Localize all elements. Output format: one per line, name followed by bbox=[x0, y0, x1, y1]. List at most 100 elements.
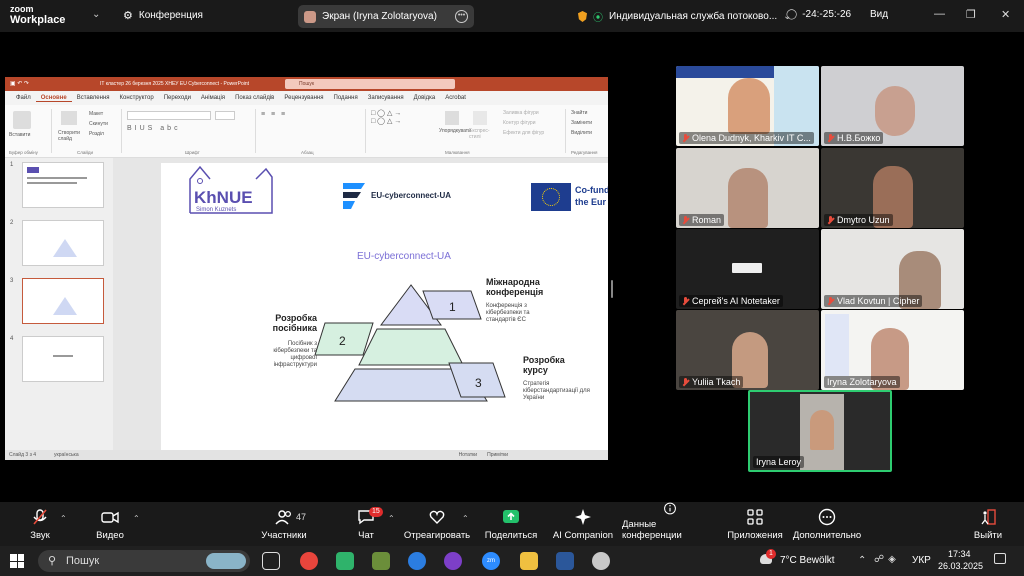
current-slide[interactable]: KhNUE Simon Kuznets EU-cyberconnect-UA C… bbox=[161, 163, 608, 450]
tab-review[interactable]: Рецензування bbox=[279, 95, 328, 101]
audio-button[interactable]: Звук bbox=[24, 502, 56, 546]
section-button[interactable]: Розділ bbox=[89, 131, 104, 137]
paste-button[interactable]: Вставити bbox=[9, 132, 30, 138]
video-tile[interactable]: Vlad Kovtun | Cipher bbox=[821, 229, 964, 309]
shapes-gallery[interactable]: □ ◯ △ → □ ◯ △ → bbox=[371, 110, 401, 126]
video-tile[interactable]: Yuliia Tkach bbox=[676, 310, 819, 390]
clock-date[interactable]: 26.03.2025 bbox=[938, 561, 983, 571]
livestream-indicator[interactable]: ⦿ Индивидуальная служба потоково... ⌄ bbox=[578, 9, 792, 24]
find-button[interactable]: Знайти bbox=[571, 110, 587, 116]
video-tile[interactable]: Сергей's AI Notetaker bbox=[676, 229, 819, 309]
slide-thumbnail-4[interactable] bbox=[22, 336, 104, 382]
maximize-icon[interactable]: ❐ bbox=[966, 8, 976, 21]
chevron-up-icon[interactable]: ⌃ bbox=[60, 514, 67, 523]
slide-thumbnail-1[interactable] bbox=[22, 162, 104, 208]
video-button[interactable]: Видео bbox=[94, 502, 126, 546]
video-tile[interactable]: Iryna Zolotaryova bbox=[821, 310, 964, 390]
video-tile[interactable]: Н.В.Божко bbox=[821, 66, 964, 146]
clock-time[interactable]: 17:34 bbox=[948, 549, 971, 559]
quick-styles-icon[interactable] bbox=[473, 111, 487, 125]
new-slide-icon[interactable] bbox=[61, 111, 77, 125]
font-format-buttons[interactable]: BIUS abc bbox=[127, 125, 181, 132]
status-comments-button[interactable]: Примітки bbox=[487, 452, 508, 458]
status-notes-button[interactable]: Нотатки bbox=[459, 452, 477, 458]
minimize-icon[interactable]: — bbox=[934, 8, 945, 20]
font-size-select[interactable] bbox=[215, 111, 235, 120]
tab-slideshow[interactable]: Показ слайдів bbox=[230, 95, 279, 101]
shared-screen-powerpoint[interactable]: ▣ ↶ ↷ IT кластер 26 березня 2025 ХНЕУ EU… bbox=[5, 77, 608, 460]
meeting-info-button[interactable]: Данные конференции bbox=[622, 502, 718, 546]
tab-transitions[interactable]: Переходи bbox=[159, 95, 196, 101]
react-button[interactable]: Отреагировать bbox=[404, 502, 470, 546]
taskbar-search-input[interactable]: ⚲ Пошук bbox=[38, 550, 250, 572]
arrange-icon[interactable] bbox=[445, 111, 459, 125]
tab-home[interactable]: Основне bbox=[35, 95, 72, 102]
app-icon[interactable] bbox=[592, 552, 610, 570]
chevron-up-icon[interactable]: ⌃ bbox=[388, 514, 395, 523]
ppt-search-input[interactable]: Пошук bbox=[285, 79, 455, 89]
chevron-up-icon[interactable]: ⌃ bbox=[462, 514, 469, 523]
tray-icons[interactable]: ☍◈ bbox=[874, 554, 900, 565]
word-icon[interactable] bbox=[556, 552, 574, 570]
tab-file[interactable]: Файл bbox=[11, 95, 36, 101]
meet-icon[interactable] bbox=[336, 552, 354, 570]
shape-fill-button[interactable]: Заливка фігури bbox=[503, 110, 539, 116]
windows-start-icon[interactable] bbox=[10, 554, 24, 568]
thumb-number: 4 bbox=[10, 336, 14, 342]
participants-label: Участники bbox=[261, 530, 307, 541]
tab-animation[interactable]: Анімація bbox=[196, 95, 230, 101]
shape-outline-button[interactable]: Контур фігури bbox=[503, 120, 535, 126]
tab-help[interactable]: Довідка bbox=[409, 95, 441, 101]
chrome-icon[interactable] bbox=[300, 552, 318, 570]
language-indicator[interactable]: УКР bbox=[912, 555, 931, 566]
split-handle[interactable] bbox=[611, 280, 613, 298]
layout-button[interactable]: Макет bbox=[89, 111, 103, 117]
more-icon[interactable]: ••• bbox=[455, 10, 468, 23]
tab-view[interactable]: Подання bbox=[329, 95, 363, 101]
participants-button[interactable]: Участники bbox=[260, 502, 308, 546]
ai-companion-button[interactable]: AI Companion bbox=[551, 502, 615, 546]
app-icon[interactable] bbox=[372, 552, 390, 570]
tab-acrobat[interactable]: Acrobat bbox=[440, 95, 471, 101]
leave-button[interactable]: Выйти bbox=[970, 502, 1006, 546]
zoom-toolbar: Звук ⌃ Видео ⌃ Участники 47 Чат 15 ⌃ Отр… bbox=[0, 502, 1024, 546]
paste-icon[interactable] bbox=[13, 111, 31, 129]
tab-record[interactable]: Записування bbox=[363, 95, 409, 101]
save-icon[interactable]: ▣ ↶ ↷ bbox=[10, 80, 29, 87]
share-button[interactable]: Поделиться bbox=[484, 502, 538, 546]
more-button[interactable]: Дополнительно bbox=[793, 502, 861, 546]
edge-icon[interactable] bbox=[408, 552, 426, 570]
chevron-up-icon[interactable]: ⌃ bbox=[858, 555, 866, 566]
quick-styles-button[interactable]: Експрес-стилі bbox=[469, 128, 495, 140]
task-view-icon[interactable] bbox=[262, 552, 280, 570]
share-indicator[interactable]: Экран (Iryna Zolotaryova) ••• bbox=[298, 5, 474, 28]
select-button[interactable]: Виділити bbox=[571, 130, 592, 136]
tab-design[interactable]: Конструктор bbox=[115, 95, 159, 101]
replace-button[interactable]: Замінити bbox=[571, 120, 592, 126]
video-tile[interactable]: Dmytro Uzun bbox=[821, 148, 964, 228]
status-language[interactable]: українська bbox=[54, 452, 79, 458]
meeting-info[interactable]: ⚙ Конференция bbox=[123, 9, 203, 22]
video-tile[interactable]: Roman bbox=[676, 148, 819, 228]
viber-icon[interactable] bbox=[444, 552, 462, 570]
apps-button[interactable]: Приложения bbox=[726, 502, 784, 546]
reset-button[interactable]: Скинути bbox=[89, 121, 108, 127]
font-name-select[interactable] bbox=[127, 111, 211, 120]
file-explorer-icon[interactable] bbox=[520, 552, 538, 570]
arrange-button[interactable]: Упорядкувати bbox=[439, 128, 471, 134]
tab-insert[interactable]: Вставлення bbox=[72, 95, 115, 101]
close-icon[interactable]: ✕ bbox=[1001, 8, 1010, 21]
paragraph-buttons[interactable]: ≡ ≡ ≡ bbox=[261, 111, 287, 118]
shape-effects-button[interactable]: Ефекти для фігур bbox=[503, 130, 544, 136]
chevron-down-icon[interactable]: ⌄ bbox=[92, 9, 100, 20]
notifications-icon[interactable] bbox=[994, 553, 1006, 564]
slide-thumbnail-3[interactable] bbox=[22, 278, 104, 324]
new-slide-button[interactable]: Створити слайд bbox=[58, 130, 86, 142]
active-speaker-tile[interactable]: Iryna Leroy bbox=[748, 390, 892, 472]
view-button[interactable]: Вид bbox=[870, 9, 888, 20]
weather-label[interactable]: 7°C Bewölkt bbox=[780, 555, 835, 566]
chevron-up-icon[interactable]: ⌃ bbox=[133, 514, 140, 523]
zoom-app-icon[interactable]: zm bbox=[482, 552, 500, 570]
slide-thumbnail-2[interactable] bbox=[22, 220, 104, 266]
video-tile[interactable]: Olena Dudnyk, Kharkiv IT C... bbox=[676, 66, 819, 146]
